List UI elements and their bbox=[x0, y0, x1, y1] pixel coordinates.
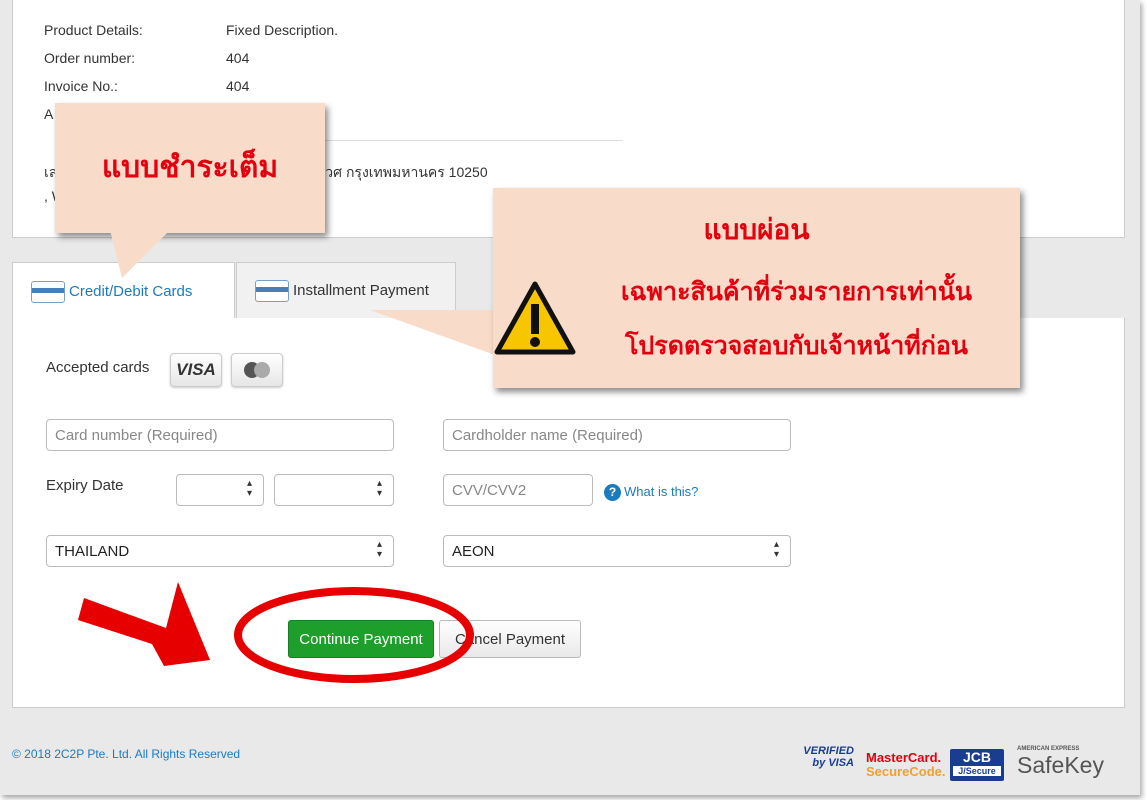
callout-pointer bbox=[370, 310, 495, 355]
detail-label: Invoice No.: bbox=[44, 78, 118, 94]
copyright: © 2018 2C2P Pte. Ltd. All Rights Reserve… bbox=[12, 747, 241, 761]
cvv-input[interactable]: CVV/CVV2 bbox=[443, 474, 593, 506]
credit-card-icon bbox=[255, 279, 289, 302]
full-payment-callout: แบบชำระเต็ม bbox=[55, 103, 325, 233]
amex-safekey-logo: AMERICAN EXPRESS SafeKey bbox=[1017, 746, 1104, 779]
cardholder-name-input[interactable]: Cardholder name (Required) bbox=[443, 419, 791, 451]
securecode-text: SecureCode. bbox=[866, 764, 946, 779]
warning-icon bbox=[494, 281, 576, 355]
tab-label: Installment Payment bbox=[293, 282, 429, 299]
highlight-circle bbox=[234, 587, 474, 683]
visa-text: VISA bbox=[176, 360, 216, 379]
detail-label: Order number: bbox=[44, 50, 136, 66]
detail-label: Product Details: bbox=[44, 22, 143, 38]
callout-pointer bbox=[110, 230, 170, 278]
expiry-month-select[interactable] bbox=[176, 474, 264, 506]
expiry-year-select[interactable] bbox=[274, 474, 394, 506]
detail-value: 404 bbox=[226, 78, 250, 94]
country-select[interactable]: THAILAND bbox=[46, 535, 394, 567]
verified-by-visa-logo: VERIFIED by VISA bbox=[803, 745, 854, 769]
mastercard-text: MasterCard. bbox=[866, 750, 942, 765]
help-icon[interactable]: ? bbox=[604, 484, 621, 501]
safekey-text: SafeKey bbox=[1017, 752, 1104, 778]
bank-select[interactable]: AEON bbox=[443, 535, 791, 567]
jcb-text: JCB bbox=[962, 749, 991, 765]
detail-value: Fixed Description. bbox=[226, 22, 339, 38]
jsecure-text: J/Secure bbox=[953, 766, 1001, 776]
tab-label: Credit/Debit Cards bbox=[69, 283, 193, 300]
mastercard-securecode-logo: MasterCard. SecureCode. bbox=[866, 751, 945, 779]
detail-value: 404 bbox=[226, 50, 250, 66]
accepted-cards-label: Accepted cards bbox=[46, 359, 150, 376]
visa-logo: VISA bbox=[170, 353, 222, 387]
installment-title: แบบผ่อน bbox=[703, 213, 810, 246]
detail-label: A bbox=[44, 106, 54, 122]
address-end: ะเวศ กรุงเทพมหานคร 10250 bbox=[313, 164, 488, 180]
jcb-jsecure-logo: JCB J/Secure bbox=[950, 749, 1004, 781]
mastercard-logo bbox=[231, 353, 283, 387]
what-is-this-link[interactable]: What is this? bbox=[624, 484, 698, 499]
card-number-input[interactable]: Card number (Required) bbox=[46, 419, 394, 451]
arrow-icon bbox=[78, 582, 210, 666]
expiry-label: Expiry Date bbox=[46, 477, 124, 494]
credit-card-icon bbox=[31, 280, 65, 303]
annotation-arrow-and-circle bbox=[78, 582, 474, 683]
installment-callout: แบบผ่อน เฉพาะสินค้าที่ร่วมรายการเท่านั้น… bbox=[493, 188, 1020, 388]
